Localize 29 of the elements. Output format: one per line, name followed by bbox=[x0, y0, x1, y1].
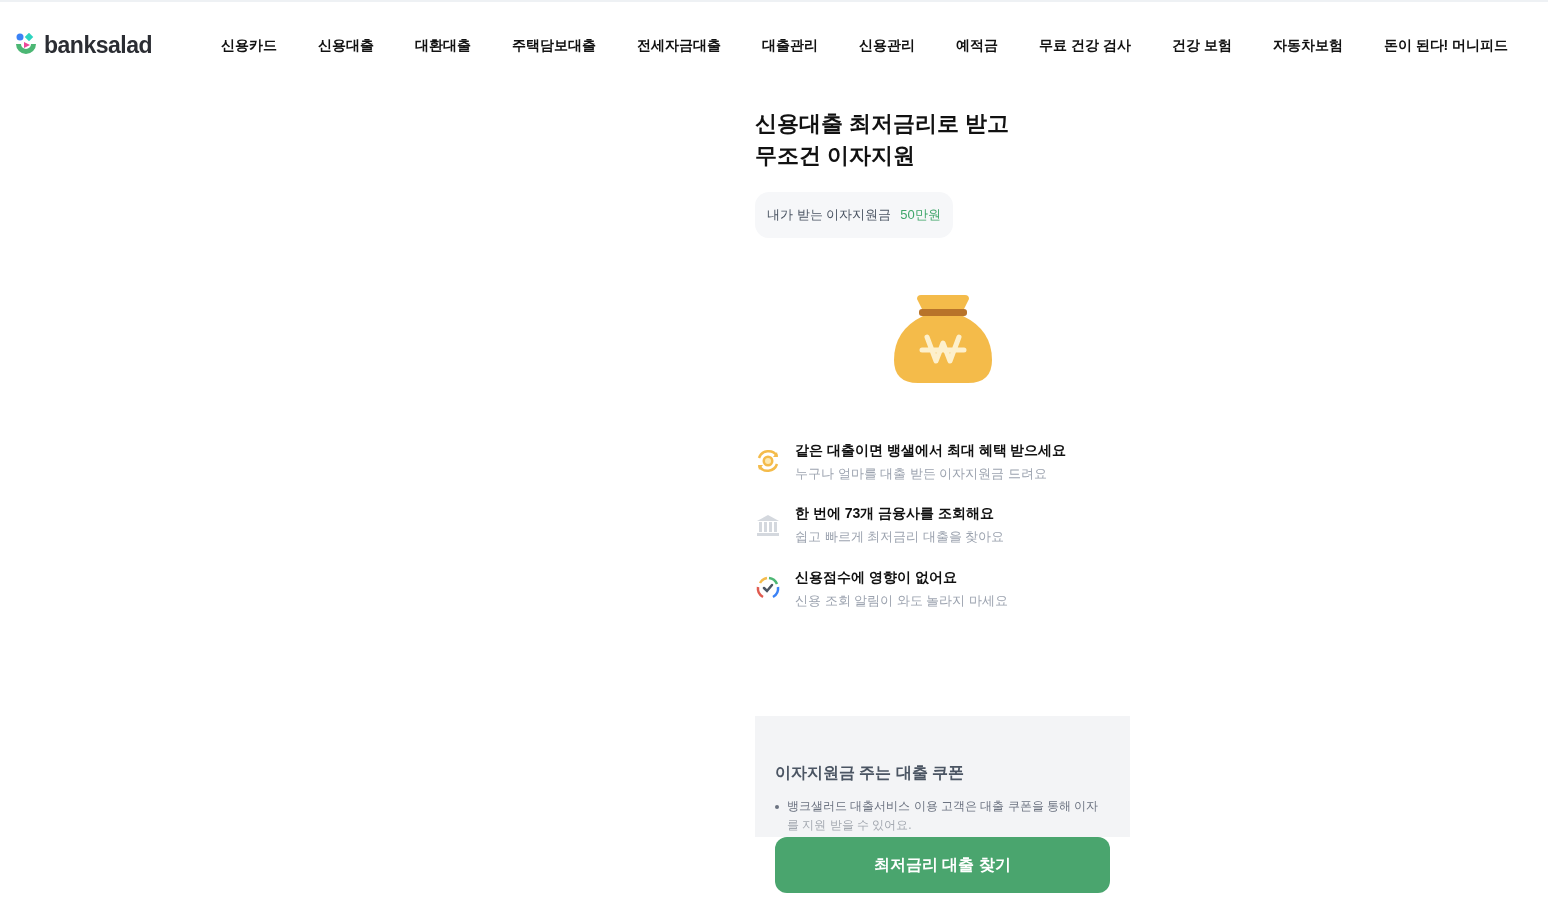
nav-link[interactable]: 전세자금대출 bbox=[637, 34, 721, 56]
feature-title: 신용점수에 영향이 없어요 bbox=[795, 567, 958, 587]
coupon-description: 뱅크샐러드 대출서비스 이용 고객은 대출 쿠폰을 통해 이자 를 지원 받을 수 있어요. bbox=[787, 798, 1099, 834]
coin-cycle-icon bbox=[755, 448, 781, 475]
nav-link[interactable]: 무료 건강 검사 bbox=[1039, 34, 1131, 56]
support-amount: 50만원 bbox=[900, 206, 941, 224]
nav-link[interactable]: 신용카드 bbox=[221, 34, 277, 56]
logo-text[interactable]: banksalad bbox=[44, 27, 152, 63]
nav-link[interactable]: 대환대출 bbox=[415, 34, 471, 56]
headline-line: 신용대출 최저금리로 받고 bbox=[755, 110, 1011, 138]
nav-link[interactable]: 자동차보험 bbox=[1272, 34, 1343, 56]
feature-subtitle: 신용 조회 알림이 와도 놀라지 마세요 bbox=[795, 591, 1009, 610]
support-label: 내가 받는 이자지원금 bbox=[767, 206, 892, 224]
nav-link[interactable]: 신용관리 bbox=[859, 34, 915, 56]
coupon-title: 이자지원금 주는 대출 쿠폰 bbox=[775, 763, 966, 783]
nav-link[interactable]: 주택담보대출 bbox=[512, 34, 596, 56]
nav-link[interactable]: 예적금 bbox=[956, 34, 998, 56]
nav-link[interactable]: 대출관리 bbox=[762, 34, 818, 56]
nav-link[interactable]: 건강 보험 bbox=[1171, 34, 1232, 56]
nav-link[interactable]: 신용대출 bbox=[318, 34, 374, 56]
feature-subtitle: 누구나 얼마를 대출 받든 이자지원금 드려요 bbox=[795, 464, 1049, 483]
money-bag-icon bbox=[892, 294, 993, 385]
feature-title: 한 번에 73개 금융사를 조회해요 bbox=[795, 504, 996, 523]
nav-link[interactable]: 돈이 된다! 머니피드 bbox=[1383, 34, 1509, 56]
feature-subtitle: 쉽고 빠르게 최저금리 대출을 찾아요 bbox=[795, 528, 1005, 546]
feature-title: 같은 대출이면 뱅샐에서 최대 혜택 받으세요 bbox=[795, 440, 1067, 460]
bullet-icon bbox=[775, 805, 779, 809]
headline-line: 무조건 이자지원 bbox=[755, 142, 917, 170]
logo-icon bbox=[14, 33, 38, 57]
